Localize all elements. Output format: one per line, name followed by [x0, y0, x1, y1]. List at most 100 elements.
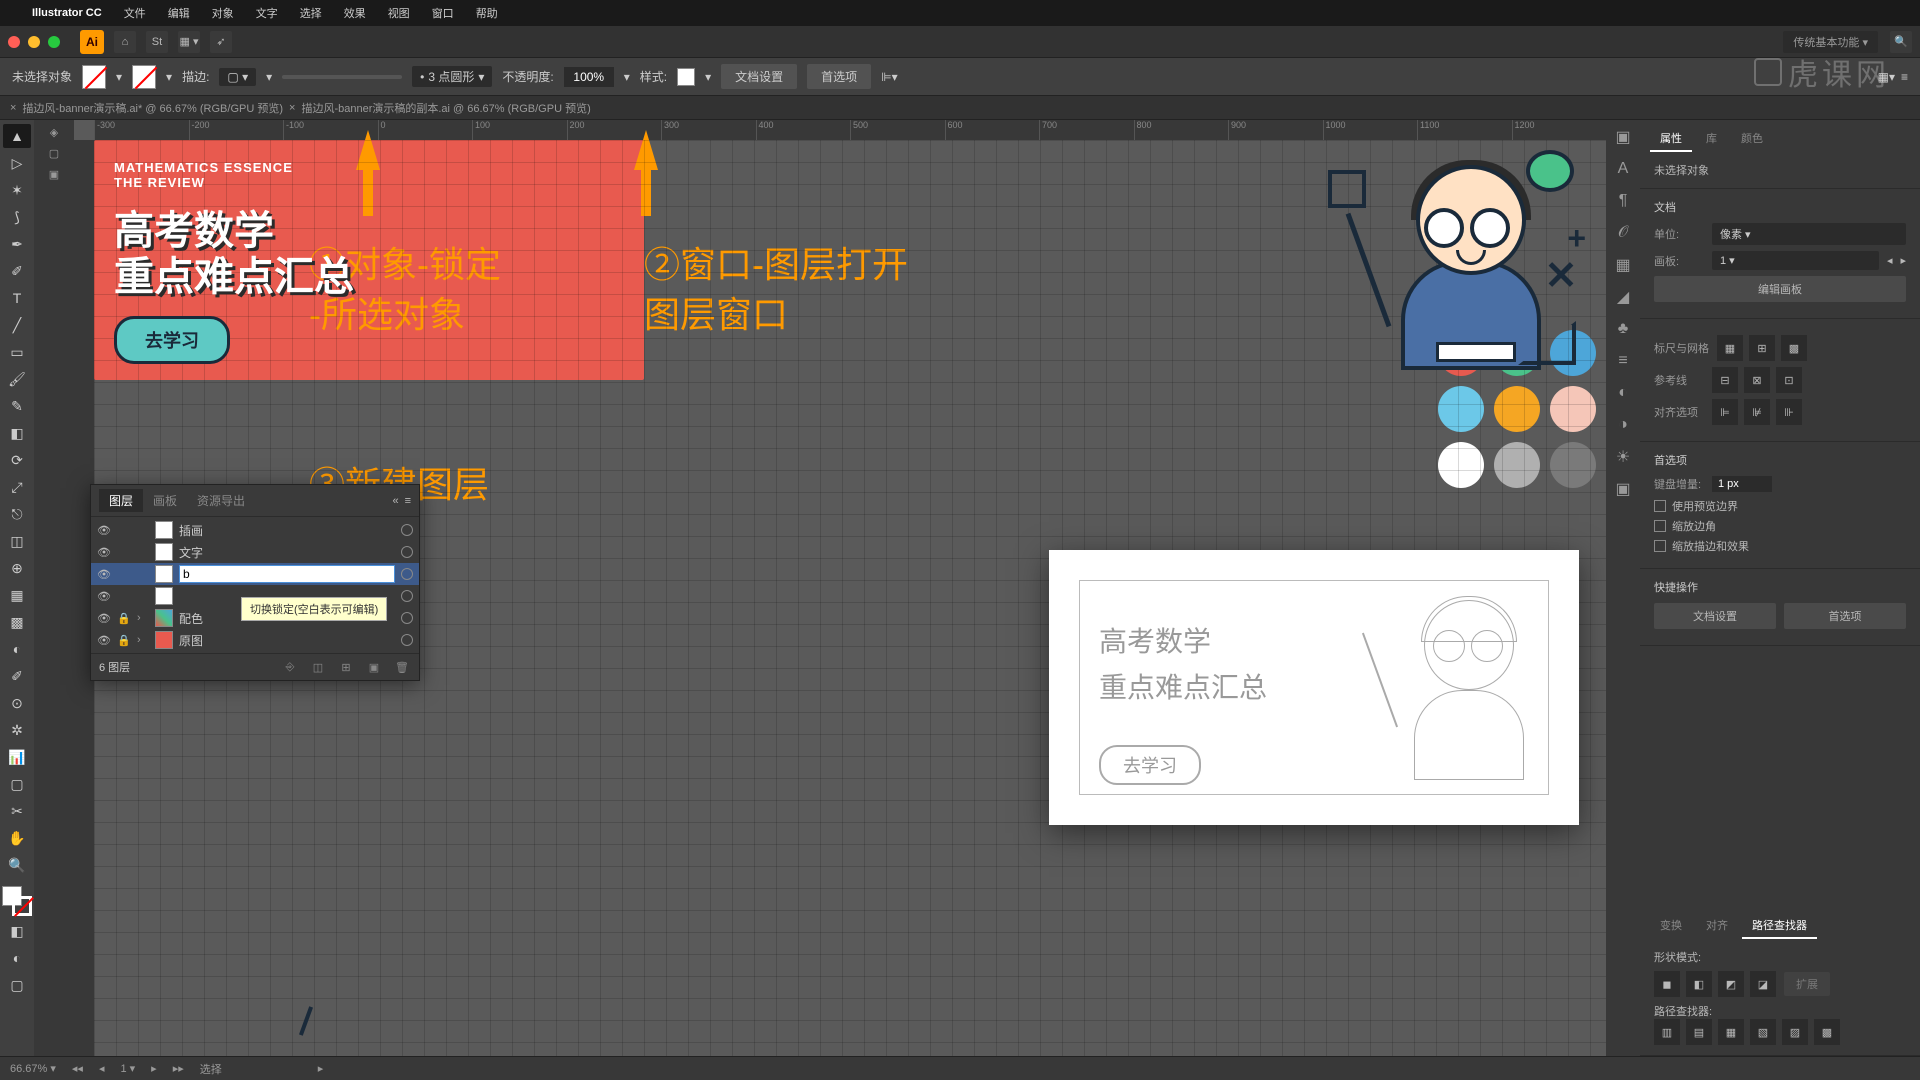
- brushes-dock-icon[interactable]: ◢: [1610, 284, 1636, 310]
- merge-icon[interactable]: ▦: [1718, 1019, 1744, 1045]
- symbols-dock-icon[interactable]: ♣: [1610, 316, 1636, 342]
- workspace-dropdown[interactable]: 传统基本功能 ▾: [1783, 31, 1878, 53]
- asset-export-dock-icon[interactable]: ▣: [49, 168, 59, 181]
- artboard-banner[interactable]: MATHEMATICS ESSENCE THE REVIEW 高考数学重点难点汇…: [94, 140, 644, 380]
- target-icon[interactable]: [401, 590, 413, 602]
- grid-icon[interactable]: ⊞: [1749, 335, 1775, 361]
- eraser-tool[interactable]: ◧: [3, 421, 31, 445]
- minus-front-icon[interactable]: ◧: [1686, 971, 1712, 997]
- lock-icon[interactable]: 🔒: [117, 634, 131, 647]
- exclude-icon[interactable]: ◪: [1750, 971, 1776, 997]
- tab-libraries[interactable]: 库: [1696, 126, 1727, 152]
- zoom-window-icon[interactable]: [48, 36, 60, 48]
- home-icon[interactable]: ⌂: [114, 31, 136, 53]
- eyedropper-tool[interactable]: ✐: [3, 664, 31, 688]
- outline-icon[interactable]: ▨: [1782, 1019, 1808, 1045]
- shape-builder-tool[interactable]: ⊕: [3, 556, 31, 580]
- curvature-tool[interactable]: ✐: [3, 259, 31, 283]
- stroke-color[interactable]: [12, 896, 32, 916]
- selection-tool[interactable]: ▲: [3, 124, 31, 148]
- artboard-nav-prev1-icon[interactable]: ◂: [99, 1062, 105, 1075]
- target-icon[interactable]: [401, 634, 413, 646]
- screen-mode-icon[interactable]: ▢: [3, 973, 31, 997]
- panel-menu-icon[interactable]: ≡: [1901, 70, 1908, 84]
- menu-view[interactable]: 视图: [388, 5, 410, 21]
- layers-tab[interactable]: 图层: [99, 489, 143, 512]
- width-tool[interactable]: ⎋: [3, 502, 31, 526]
- type-tool[interactable]: T: [3, 286, 31, 310]
- column-graph-tool[interactable]: 📊: [3, 745, 31, 769]
- artboard-tool[interactable]: ▢: [3, 772, 31, 796]
- zoom-level[interactable]: 66.67% ▾: [10, 1062, 56, 1075]
- divide-icon[interactable]: ▥: [1654, 1019, 1680, 1045]
- layer-row-editing[interactable]: 👁: [91, 563, 419, 585]
- stroke-weight[interactable]: ▢ ▾: [219, 68, 256, 86]
- prefs-button[interactable]: 首选项: [1784, 603, 1906, 629]
- gradient-dock-icon[interactable]: ◐: [1610, 380, 1636, 406]
- expand-icon[interactable]: ›: [137, 634, 149, 646]
- lock-guides-icon[interactable]: ⊡: [1776, 367, 1802, 393]
- panel-menu-icon[interactable]: ≡: [405, 495, 411, 507]
- appearance-dock-icon[interactable]: ☀: [1610, 444, 1636, 470]
- paintbrush-tool[interactable]: 🖌: [3, 367, 31, 391]
- guides-icon[interactable]: ⊟: [1712, 367, 1738, 393]
- lasso-tool[interactable]: ⟆: [3, 205, 31, 229]
- menu-object[interactable]: 对象: [212, 5, 234, 21]
- align-icon[interactable]: ⊫▾: [881, 70, 897, 84]
- align-artboard-icon[interactable]: ⊪: [1776, 399, 1802, 425]
- layers-panel[interactable]: 图层 画板 资源导出 «≡ 👁 插画 👁 文字 👁 👁 👁🔒› 配色 👁🔒› 原…: [90, 484, 420, 681]
- menu-edit[interactable]: 编辑: [168, 5, 190, 21]
- gradient-tool[interactable]: ◐: [3, 637, 31, 661]
- search-icon[interactable]: 🔍: [1890, 31, 1912, 53]
- next-artboard-icon[interactable]: ▸: [1900, 254, 1906, 267]
- st-icon[interactable]: St: [146, 31, 168, 53]
- style-swatch[interactable]: [677, 68, 695, 86]
- ruler-icon[interactable]: ▦: [1717, 335, 1743, 361]
- symbol-sprayer-tool[interactable]: ✲: [3, 718, 31, 742]
- tab-align[interactable]: 对齐: [1696, 913, 1738, 939]
- paragraph-dock-icon[interactable]: ¶: [1610, 188, 1636, 214]
- minus-back-icon[interactable]: ▩: [1814, 1019, 1840, 1045]
- visibility-icon[interactable]: 👁: [97, 634, 111, 647]
- intersect-icon[interactable]: ◩: [1718, 971, 1744, 997]
- layer-row[interactable]: 👁 文字: [91, 541, 419, 563]
- perspective-tool[interactable]: ▦: [3, 583, 31, 607]
- artboards-dock-icon[interactable]: ▢: [49, 147, 59, 160]
- locate-object-icon[interactable]: ⎆: [281, 658, 299, 676]
- preferences-button[interactable]: 首选项: [807, 64, 871, 89]
- fill-swatch[interactable]: [82, 65, 106, 89]
- target-icon[interactable]: [401, 612, 413, 624]
- opacity-input[interactable]: 100%: [564, 67, 614, 87]
- swatches-dock-icon[interactable]: ▦: [1610, 252, 1636, 278]
- pen-tool[interactable]: ✒: [3, 232, 31, 256]
- shaper-tool[interactable]: ✎: [3, 394, 31, 418]
- rectangle-tool[interactable]: ▭: [3, 340, 31, 364]
- arrange-icon[interactable]: ▦ ▾: [178, 31, 200, 53]
- doc-tab-1[interactable]: ×描边风-banner演示稿.ai* @ 66.67% (RGB/GPU 预览): [10, 100, 283, 116]
- close-tab-icon[interactable]: ×: [289, 102, 295, 114]
- type-dock-icon[interactable]: A: [1610, 156, 1636, 182]
- artboard-sketch[interactable]: 高考数学重点难点汇总 去学习: [1049, 550, 1579, 825]
- draw-mode-icon[interactable]: ◐: [3, 946, 31, 970]
- brush-dropdown[interactable]: [282, 75, 402, 79]
- minimize-window-icon[interactable]: [28, 36, 40, 48]
- line-tool[interactable]: ╱: [3, 313, 31, 337]
- layer-row[interactable]: 👁 插画: [91, 519, 419, 541]
- artboard-nav-prev-icon[interactable]: ◂◂: [72, 1062, 83, 1075]
- smart-guides-icon[interactable]: ⊠: [1744, 367, 1770, 393]
- crop-icon[interactable]: ▧: [1750, 1019, 1776, 1045]
- align-to-icon[interactable]: ⊫: [1712, 399, 1738, 425]
- layer-name-input[interactable]: [179, 565, 395, 583]
- doc-tab-2[interactable]: ×描边风-banner演示稿的副本.ai @ 66.67% (RGB/GPU 预…: [289, 100, 591, 116]
- tab-color[interactable]: 颜色: [1731, 126, 1773, 152]
- gpu-icon[interactable]: ➶: [210, 31, 232, 53]
- mesh-tool[interactable]: ▩: [3, 610, 31, 634]
- prev-artboard-icon[interactable]: ◂: [1887, 254, 1893, 267]
- rotate-tool[interactable]: ⟳: [3, 448, 31, 472]
- snap-icon[interactable]: ▩: [1781, 335, 1807, 361]
- graphic-styles-dock-icon[interactable]: ▣: [1610, 476, 1636, 502]
- status-arrow-icon[interactable]: ▸: [318, 1062, 324, 1075]
- menu-type[interactable]: 文字: [256, 5, 278, 21]
- visibility-icon[interactable]: 👁: [97, 612, 111, 625]
- magic-wand-tool[interactable]: ✶: [3, 178, 31, 202]
